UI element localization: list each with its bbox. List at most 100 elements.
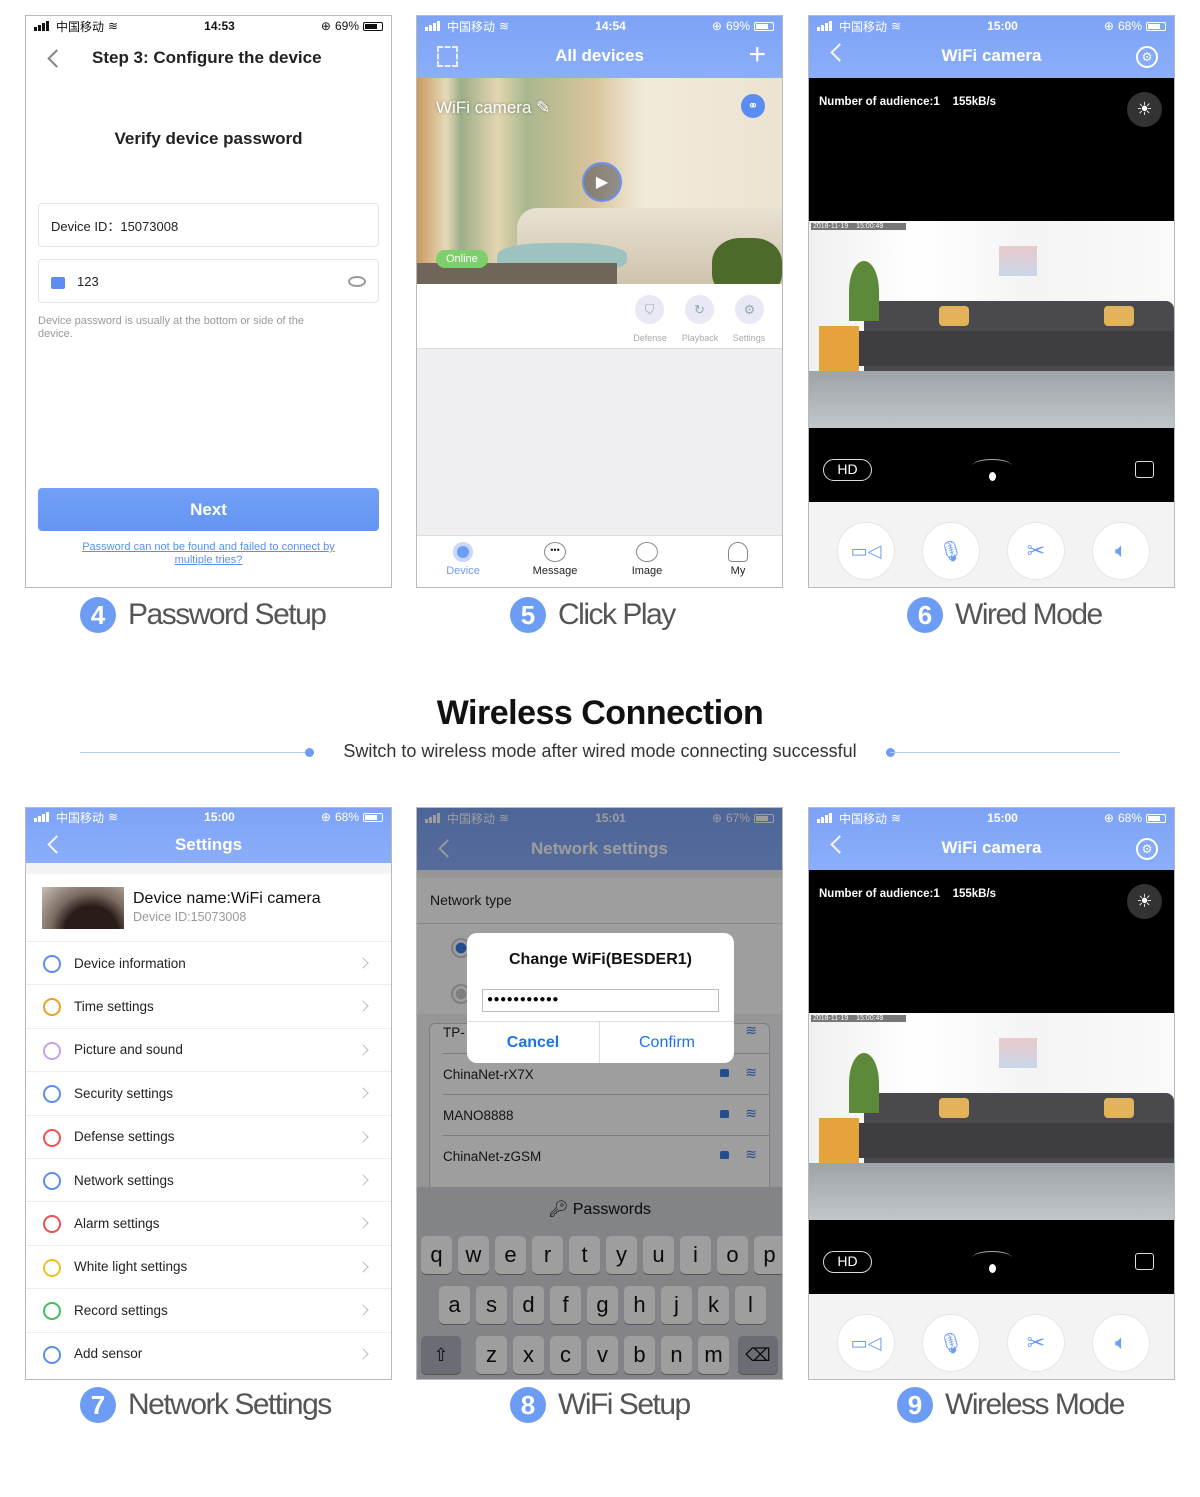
settings-list: Device information Time settings Picture a… (26, 941, 391, 1379)
settings-item[interactable]: Picture and sound (26, 1027, 391, 1071)
brightness-icon[interactable]: ☀ (1127, 884, 1162, 919)
screenshot-button[interactable]: ✂︎ (1007, 1314, 1065, 1372)
battery-percent: 68% (1117, 19, 1142, 33)
wifi-icon (43, 1172, 61, 1190)
settings-item[interactable]: Alarm settings (26, 1201, 391, 1244)
page-title: Settings (174, 835, 243, 854)
record-video-button[interactable]: ▭◁ (837, 522, 895, 580)
record-video-button[interactable]: ▭◁ (837, 1314, 895, 1372)
settings-item[interactable]: White light settings (26, 1244, 391, 1288)
ptz-dot (989, 472, 996, 481)
status-bar: 中国移动 ≋ 15:00 ⊕ 68% (809, 16, 1174, 36)
share-icon[interactable]: ⚭ (741, 94, 765, 118)
settings-item-label: Alarm settings (74, 1215, 160, 1231)
settings-item[interactable]: Defense settings (26, 1114, 391, 1158)
bitrate: 155kB/s (952, 888, 997, 900)
defense-icon[interactable]: ⛉ (635, 295, 664, 324)
settings-item[interactable]: Security settings (26, 1071, 391, 1114)
defense-label[interactable]: Defense (627, 333, 673, 343)
lock-icon (51, 277, 65, 289)
device-summary[interactable]: Device name:WiFi camera Device ID:150730… (26, 874, 391, 941)
step-label: Wireless Mode (945, 1388, 1125, 1421)
modal-overlay (417, 808, 782, 1379)
step-label: Password Setup (128, 598, 327, 631)
next-button[interactable]: Next (38, 488, 379, 531)
wired-mode-camera-screen: 中国移动 ≋ 15:00 ⊕ 68% WiFi camera ⚙ Number of… (808, 15, 1175, 588)
live-video[interactable]: 2018-11-19 15:00:49 (809, 221, 1174, 428)
camera-name[interactable]: WiFi camera ✎ (436, 98, 550, 118)
password-field[interactable]: 123 (38, 259, 379, 303)
settings-screen: 中国移动 ≋ 15:00 ⊕ 68% Settings Device name:Wi… (25, 807, 392, 1380)
section-title: Wireless Connection (436, 694, 764, 732)
eye-icon[interactable] (348, 275, 366, 287)
settings-item[interactable]: Record settings (26, 1288, 391, 1331)
microphone-button[interactable]: 🎙︎ (922, 522, 980, 580)
step-label: Wired Mode (955, 598, 1103, 631)
status-bar: 中国移动 ≋ 14:53 ⊕ 69% (26, 16, 391, 36)
speaker-button[interactable]: 🔈︎ (1092, 1314, 1150, 1372)
settings-item[interactable]: Device information (26, 941, 391, 984)
gear-icon[interactable]: ⚙ (1136, 838, 1158, 860)
confirm-button[interactable]: Confirm (600, 1021, 734, 1063)
scissors-icon: ✂︎ (1026, 538, 1046, 563)
device-id: Device ID:15073008 (133, 910, 247, 924)
chevron-right-icon (357, 1261, 369, 1273)
help-link[interactable]: Password can not be found and failed to … (62, 541, 355, 567)
step-caption: 9 Wireless Mode (897, 1387, 1125, 1423)
header: 中国移动 ≋ 14:54 ⊕ 69% All devices + (417, 16, 782, 78)
settings-item[interactable]: Network settings (26, 1158, 391, 1201)
bitrate: 155kB/s (952, 96, 997, 108)
camera-thumbnail[interactable]: WiFi camera ✎ ⚭ ▶ Online (417, 78, 782, 284)
brightness-icon[interactable]: ☀ (1127, 92, 1162, 127)
hd-button[interactable]: HD (823, 459, 872, 481)
fullscreen-icon[interactable] (1135, 1253, 1154, 1270)
network-settings-screen: 中国移动 ≋ 15:01 ⊕ 67% Network settings Networ… (416, 807, 783, 1380)
add-device-icon[interactable]: + (748, 40, 766, 70)
step-number-badge: 9 (897, 1387, 933, 1423)
screenshot-button[interactable]: ✂︎ (1007, 522, 1065, 580)
image-icon (636, 542, 658, 562)
speaker-button[interactable]: 🔈︎ (1092, 522, 1150, 580)
gear-icon[interactable]: ⚙ (1136, 46, 1158, 68)
speaker-icon: 🔈︎ (1115, 1331, 1127, 1354)
cancel-button[interactable]: Cancel (467, 1021, 600, 1063)
wifi-icon: ≋ (499, 19, 510, 33)
microphone-button[interactable]: 🎙︎ (922, 1314, 980, 1372)
password-value[interactable]: 123 (77, 274, 99, 289)
settings-item-label: Picture and sound (74, 1042, 183, 1058)
live-video[interactable]: 2018-11-19 15:00:49 (809, 1013, 1174, 1220)
step-caption: 8 WiFi Setup (510, 1387, 691, 1423)
battery-percent: 69% (725, 19, 750, 33)
edit-icon[interactable]: ✎ (536, 98, 550, 117)
settings-label[interactable]: Settings (726, 333, 772, 343)
wifi-password-input[interactable]: ●●●●●●●●●●● (482, 989, 719, 1012)
sensor-icon (43, 1345, 61, 1364)
hd-button[interactable]: HD (823, 1251, 872, 1273)
fullscreen-icon[interactable] (1135, 461, 1154, 478)
wifi-icon: ≋ (891, 19, 902, 33)
tab-device[interactable]: Device (433, 542, 493, 577)
tab-message[interactable]: ••• Message (525, 542, 585, 577)
playback-icon[interactable]: ↻ (685, 295, 714, 324)
step-label: WiFi Setup (558, 1388, 691, 1421)
status-bar: 中国移动 ≋ 14:54 ⊕ 69% (417, 16, 782, 36)
back-button[interactable] (47, 49, 66, 68)
tab-my[interactable]: My (708, 542, 768, 577)
signal-icon (425, 21, 440, 31)
password-setup-screen: 中国移动 ≋ 14:53 ⊕ 69% Step 3: Configure the d… (25, 15, 392, 588)
ptz-indicator-icon[interactable] (972, 459, 1012, 473)
settings-item[interactable]: Add sensor (26, 1331, 391, 1375)
ptz-indicator-icon[interactable] (972, 1251, 1012, 1265)
device-thumbnail (42, 887, 124, 929)
chevron-right-icon (357, 1304, 369, 1316)
clock: 15:00 (987, 19, 1018, 33)
tab-image[interactable]: Image (617, 542, 677, 577)
playback-label[interactable]: Playback (675, 333, 725, 343)
all-devices-screen: 中国移动 ≋ 14:54 ⊕ 69% All devices + WiFi came… (416, 15, 783, 588)
picture-icon (43, 1041, 61, 1060)
play-button[interactable]: ▶ (582, 162, 622, 202)
settings-item[interactable]: Time settings (26, 984, 391, 1027)
settings-icon[interactable]: ⚙ (735, 295, 764, 324)
step-label: Network Settings (128, 1388, 332, 1421)
settings-item-label: Time settings (74, 998, 154, 1014)
